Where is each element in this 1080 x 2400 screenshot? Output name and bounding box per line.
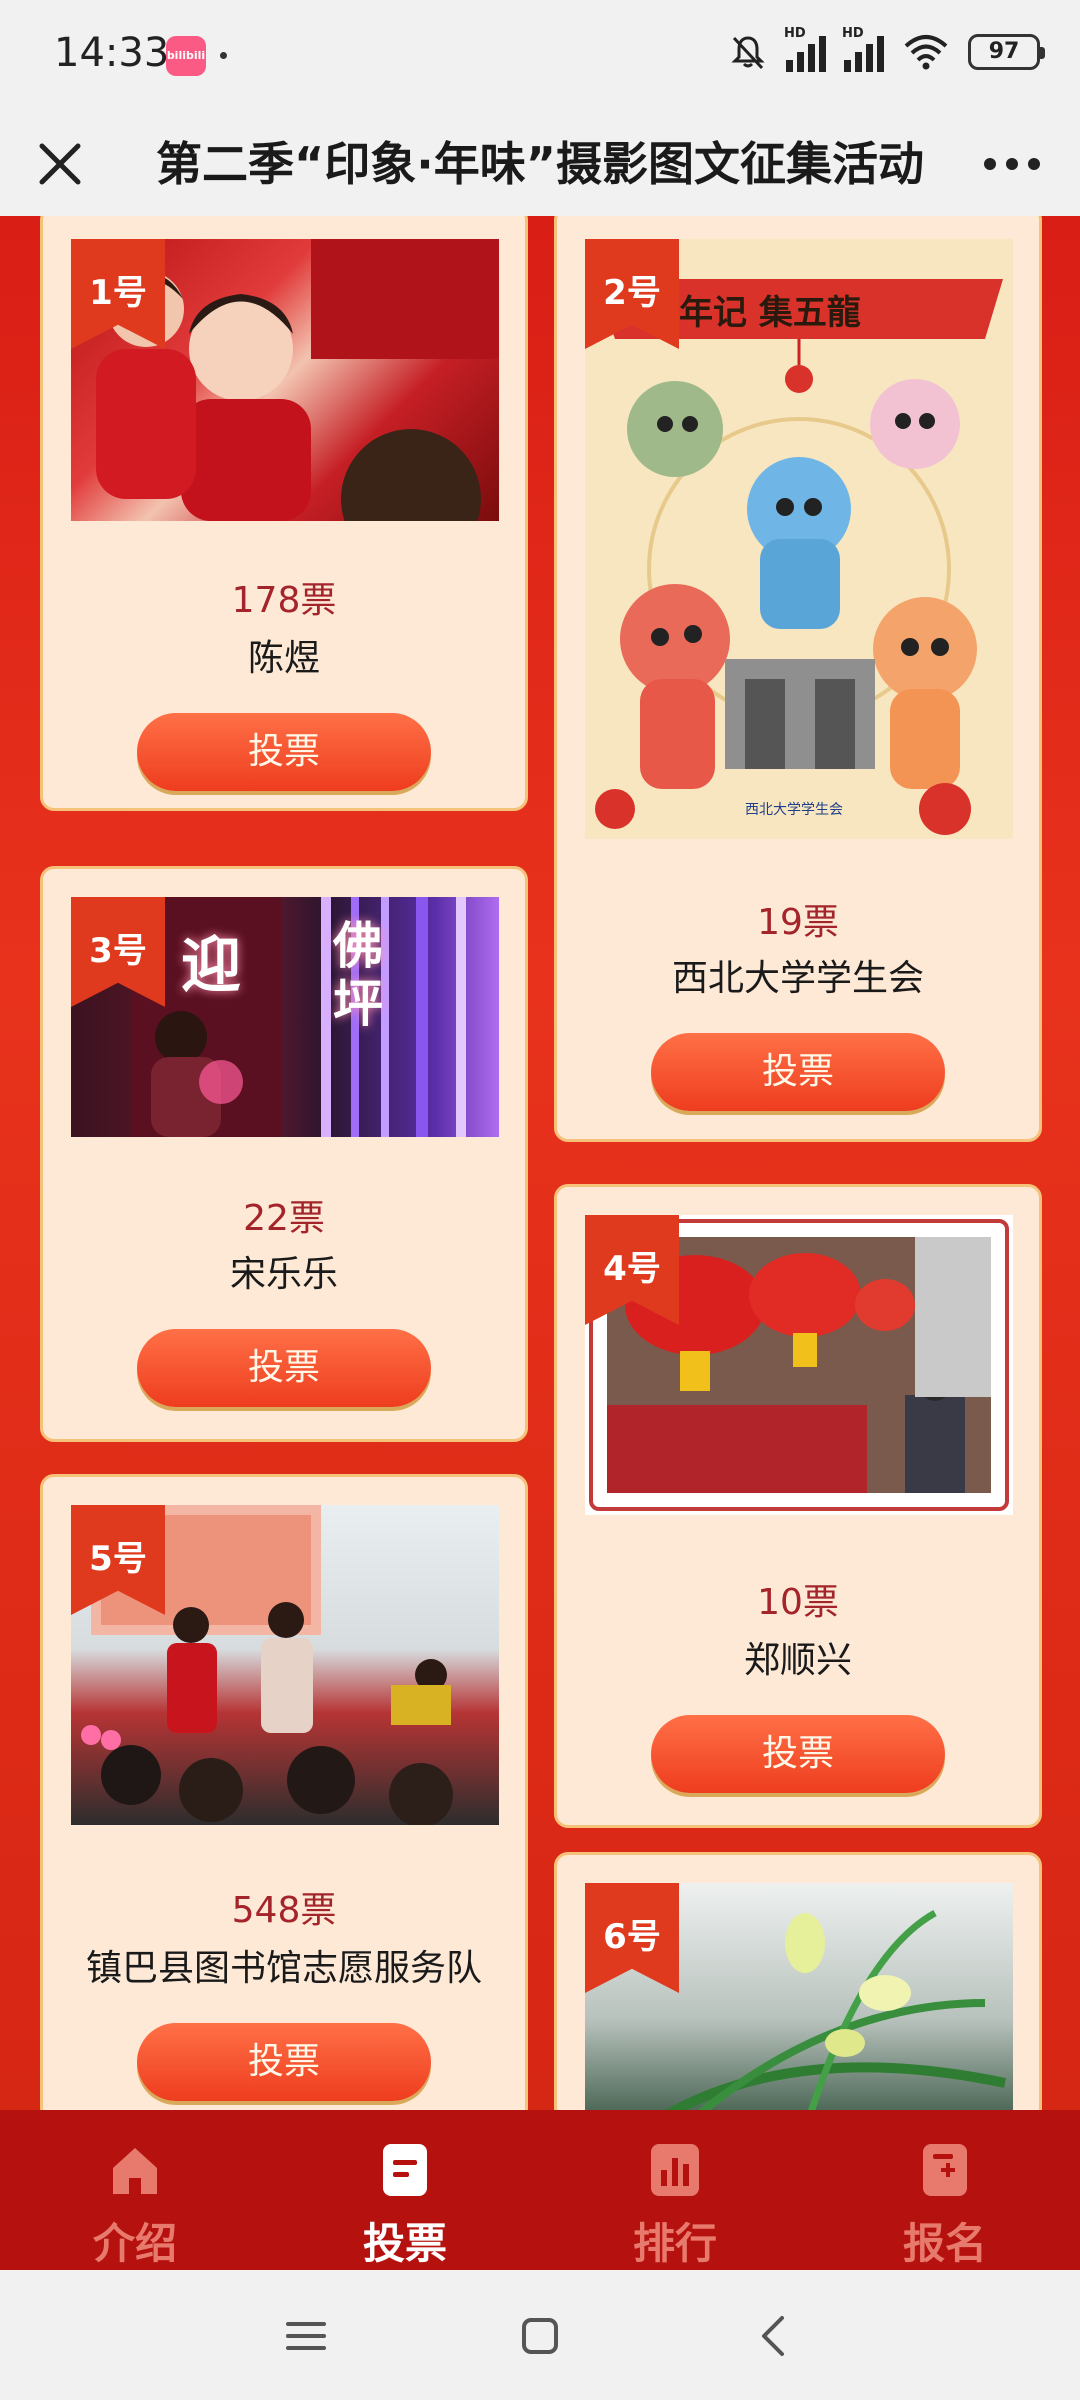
battery-icon: 97 [968, 34, 1045, 70]
entry-card-4[interactable]: 4号 10票 郑顺兴 投票 [554, 1184, 1042, 1828]
entry-author: 宋乐乐 [229, 1254, 338, 1295]
status-time: 14:33 [54, 30, 170, 76]
entry-photo-1[interactable]: 1号 [71, 239, 499, 521]
entry-card-5[interactable]: 5号 548票 镇巴县图书馆志愿服务队 投票 [40, 1474, 528, 2110]
signal-icon: HD [784, 26, 826, 72]
vote-list[interactable]: 1号 178票 陈煜 投票 迎 佛坪 3号 22票 宋乐乐 投票 5号 548票… [0, 216, 1080, 2110]
signal-icon-2: HD [842, 26, 884, 72]
tab-intro[interactable]: 介绍 [0, 2110, 270, 2270]
poster-logo-text: 西北大学学生会 [745, 802, 843, 818]
bottom-tab-bar: 介绍 投票 排行 报名 [0, 2110, 1080, 2270]
entry-photo-3[interactable]: 迎 佛坪 3号 [71, 897, 499, 1137]
entry-author: 郑顺兴 [743, 1640, 852, 1681]
wifi-icon [904, 35, 948, 70]
neon-text-foping: 佛坪 [333, 917, 383, 1033]
entry-card-3[interactable]: 迎 佛坪 3号 22票 宋乐乐 投票 [40, 866, 528, 1442]
entry-photo-4[interactable]: 4号 [585, 1215, 1013, 1515]
chart-icon [651, 2144, 699, 2196]
vote-button[interactable]: 投票 [651, 1033, 945, 1111]
entry-author: 西北大学学生会 [671, 958, 924, 999]
tab-label: 排行 [632, 2219, 717, 2268]
back-icon[interactable] [744, 2306, 804, 2366]
neon-text-ying: 迎 [181, 931, 241, 1001]
vote-count: 19票 [757, 902, 839, 943]
tab-vote[interactable]: 投票 [270, 2110, 540, 2270]
system-navigation-bar [0, 2270, 1080, 2400]
home-square-icon[interactable] [510, 2306, 570, 2366]
home-icon [113, 2148, 157, 2194]
close-icon[interactable] [28, 132, 92, 196]
page-title: 第二季“印象·年味”摄影图文征集活动 [156, 137, 924, 191]
silent-bell-icon [731, 36, 765, 70]
vote-count: 178票 [231, 580, 337, 621]
menu-icon[interactable] [276, 2306, 336, 2366]
entry-author: 镇巴县图书馆志愿服务队 [85, 1948, 482, 1989]
vote-count: 22票 [243, 1198, 325, 1239]
vote-button[interactable]: 投票 [137, 713, 431, 791]
vote-button[interactable]: 投票 [651, 1715, 945, 1793]
vote-icon [383, 2144, 427, 2196]
tab-label: 投票 [362, 2219, 447, 2268]
entry-author: 陈煜 [247, 638, 320, 679]
vote-count: 10票 [757, 1582, 839, 1623]
entry-card-6[interactable]: 6号 [554, 1852, 1042, 2110]
title-bar: 第二季“印象·年味”摄影图文征集活动 [0, 112, 1080, 216]
tab-ranking[interactable]: 排行 [540, 2110, 810, 2270]
status-icons: HD HD 97 [728, 26, 1045, 72]
tab-label: 报名 [902, 2219, 987, 2268]
bilibili-app-icon: bilibili [166, 36, 206, 76]
entry-photo-6[interactable]: 6号 [585, 1883, 1013, 2110]
tab-signup[interactable]: 报名 [810, 2110, 1080, 2270]
status-bar: 14:33 bilibili HD HD 97 [0, 0, 1080, 112]
more-icon[interactable] [972, 132, 1052, 196]
notification-dot [220, 52, 227, 59]
vote-button[interactable]: 投票 [137, 2023, 431, 2101]
entry-card-1[interactable]: 1号 178票 陈煜 投票 [40, 216, 528, 811]
entry-card-2[interactable]: 寻年记 集五龍 西北大学学生会 2号 19票 西北大学学生会 投票 [554, 216, 1042, 1142]
entry-photo-5[interactable]: 5号 [71, 1505, 499, 1825]
entry-photo-2[interactable]: 寻年记 集五龍 西北大学学生会 2号 [585, 239, 1013, 839]
vote-count: 548票 [231, 1890, 337, 1931]
signup-icon [923, 2144, 967, 2196]
vote-button[interactable]: 投票 [137, 1329, 431, 1407]
tab-label: 介绍 [92, 2219, 177, 2268]
